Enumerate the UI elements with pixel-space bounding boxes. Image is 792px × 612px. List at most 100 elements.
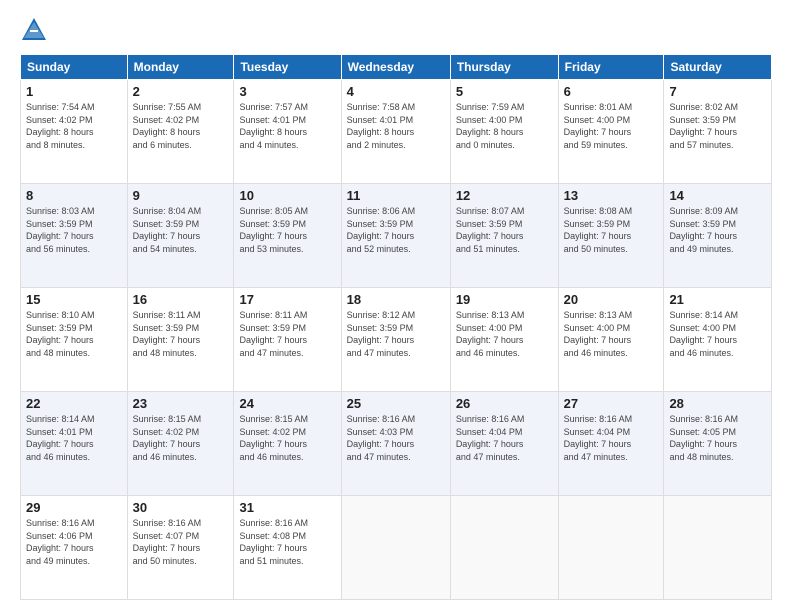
day-cell — [558, 496, 664, 600]
col-header-monday: Monday — [127, 55, 234, 80]
day-number: 21 — [669, 292, 766, 307]
col-header-friday: Friday — [558, 55, 664, 80]
calendar-header-row: SundayMondayTuesdayWednesdayThursdayFrid… — [21, 55, 772, 80]
day-number: 11 — [347, 188, 445, 203]
day-info: Sunrise: 8:01 AM Sunset: 4:00 PM Dayligh… — [564, 101, 659, 151]
day-number: 30 — [133, 500, 229, 515]
week-row-5: 29 Sunrise: 8:16 AM Sunset: 4:06 PM Dayli… — [21, 496, 772, 600]
day-info: Sunrise: 8:15 AM Sunset: 4:02 PM Dayligh… — [133, 413, 229, 463]
day-info: Sunrise: 7:58 AM Sunset: 4:01 PM Dayligh… — [347, 101, 445, 151]
day-cell: 10Sunrise: 8:05 AM Sunset: 3:59 PM Dayli… — [234, 184, 341, 288]
day-info: Sunrise: 8:16 AM Sunset: 4:05 PM Dayligh… — [669, 413, 766, 463]
day-cell: 13Sunrise: 8:08 AM Sunset: 3:59 PM Dayli… — [558, 184, 664, 288]
day-cell: 4Sunrise: 7:58 AM Sunset: 4:01 PM Daylig… — [341, 80, 450, 184]
day-cell: 6 Sunrise: 8:01 AM Sunset: 4:00 PM Daylig… — [558, 80, 664, 184]
day-cell: 30 Sunrise: 8:16 AM Sunset: 4:07 PM Dayli… — [127, 496, 234, 600]
day-cell: 5Sunrise: 7:59 AM Sunset: 4:00 PM Daylig… — [450, 80, 558, 184]
day-cell: 22 Sunrise: 8:14 AM Sunset: 4:01 PM Dayli… — [21, 392, 128, 496]
day-cell: 17 Sunrise: 8:11 AM Sunset: 3:59 PM Dayli… — [234, 288, 341, 392]
day-info: Sunrise: 8:04 AM Sunset: 3:59 PM Dayligh… — [133, 205, 229, 255]
day-number: 27 — [564, 396, 659, 411]
day-cell: 29 Sunrise: 8:16 AM Sunset: 4:06 PM Dayli… — [21, 496, 128, 600]
col-header-wednesday: Wednesday — [341, 55, 450, 80]
day-cell: 21 Sunrise: 8:14 AM Sunset: 4:00 PM Dayli… — [664, 288, 772, 392]
day-number: 19 — [456, 292, 553, 307]
day-cell — [664, 496, 772, 600]
week-row-4: 22 Sunrise: 8:14 AM Sunset: 4:01 PM Dayli… — [21, 392, 772, 496]
col-header-tuesday: Tuesday — [234, 55, 341, 80]
day-number: 20 — [564, 292, 659, 307]
day-info: Sunrise: 8:16 AM Sunset: 4:03 PM Dayligh… — [347, 413, 445, 463]
day-info: Sunrise: 8:16 AM Sunset: 4:04 PM Dayligh… — [456, 413, 553, 463]
day-number: 10 — [239, 188, 335, 203]
day-info: Sunrise: 8:11 AM Sunset: 3:59 PM Dayligh… — [239, 309, 335, 359]
day-cell — [450, 496, 558, 600]
day-number: 2 — [133, 84, 229, 99]
day-number: 28 — [669, 396, 766, 411]
logo — [20, 16, 52, 44]
day-cell: 24 Sunrise: 8:15 AM Sunset: 4:02 PM Dayli… — [234, 392, 341, 496]
day-info: Sunrise: 8:07 AM Sunset: 3:59 PM Dayligh… — [456, 205, 553, 255]
day-info: Sunrise: 8:14 AM Sunset: 4:01 PM Dayligh… — [26, 413, 122, 463]
day-info: Sunrise: 7:57 AM Sunset: 4:01 PM Dayligh… — [239, 101, 335, 151]
day-number: 1 — [26, 84, 122, 99]
col-header-sunday: Sunday — [21, 55, 128, 80]
day-info: Sunrise: 8:06 AM Sunset: 3:59 PM Dayligh… — [347, 205, 445, 255]
day-cell: 9 Sunrise: 8:04 AM Sunset: 3:59 PM Daylig… — [127, 184, 234, 288]
day-info: Sunrise: 8:13 AM Sunset: 4:00 PM Dayligh… — [564, 309, 659, 359]
day-cell: 26 Sunrise: 8:16 AM Sunset: 4:04 PM Dayli… — [450, 392, 558, 496]
day-number: 16 — [133, 292, 229, 307]
day-number: 8 — [26, 188, 122, 203]
day-info: Sunrise: 8:12 AM Sunset: 3:59 PM Dayligh… — [347, 309, 445, 359]
day-cell: 28 Sunrise: 8:16 AM Sunset: 4:05 PM Dayli… — [664, 392, 772, 496]
day-info: Sunrise: 7:54 AM Sunset: 4:02 PM Dayligh… — [26, 101, 122, 151]
day-cell: 20 Sunrise: 8:13 AM Sunset: 4:00 PM Dayli… — [558, 288, 664, 392]
day-cell: 7 Sunrise: 8:02 AM Sunset: 3:59 PM Daylig… — [664, 80, 772, 184]
day-info: Sunrise: 8:02 AM Sunset: 3:59 PM Dayligh… — [669, 101, 766, 151]
day-cell: 23 Sunrise: 8:15 AM Sunset: 4:02 PM Dayli… — [127, 392, 234, 496]
day-info: Sunrise: 8:15 AM Sunset: 4:02 PM Dayligh… — [239, 413, 335, 463]
day-cell: 12 Sunrise: 8:07 AM Sunset: 3:59 PM Dayli… — [450, 184, 558, 288]
day-number: 23 — [133, 396, 229, 411]
day-number: 17 — [239, 292, 335, 307]
day-cell: 15Sunrise: 8:10 AM Sunset: 3:59 PM Dayli… — [21, 288, 128, 392]
day-number: 6 — [564, 84, 659, 99]
week-row-2: 8 Sunrise: 8:03 AM Sunset: 3:59 PM Daylig… — [21, 184, 772, 288]
day-number: 12 — [456, 188, 553, 203]
calendar-table: SundayMondayTuesdayWednesdayThursdayFrid… — [20, 54, 772, 600]
day-number: 29 — [26, 500, 122, 515]
day-info: Sunrise: 8:16 AM Sunset: 4:04 PM Dayligh… — [564, 413, 659, 463]
day-cell: 16 Sunrise: 8:11 AM Sunset: 3:59 PM Dayli… — [127, 288, 234, 392]
day-cell: 18 Sunrise: 8:12 AM Sunset: 3:59 PM Dayli… — [341, 288, 450, 392]
day-number: 22 — [26, 396, 122, 411]
day-info: Sunrise: 7:55 AM Sunset: 4:02 PM Dayligh… — [133, 101, 229, 151]
week-row-1: 1 Sunrise: 7:54 AM Sunset: 4:02 PM Daylig… — [21, 80, 772, 184]
day-info: Sunrise: 8:03 AM Sunset: 3:59 PM Dayligh… — [26, 205, 122, 255]
day-cell: 2 Sunrise: 7:55 AM Sunset: 4:02 PM Daylig… — [127, 80, 234, 184]
logo-icon — [20, 16, 48, 44]
day-number: 25 — [347, 396, 445, 411]
col-header-thursday: Thursday — [450, 55, 558, 80]
day-cell: 19 Sunrise: 8:13 AM Sunset: 4:00 PM Dayli… — [450, 288, 558, 392]
day-number: 9 — [133, 188, 229, 203]
day-number: 26 — [456, 396, 553, 411]
day-cell: 11 Sunrise: 8:06 AM Sunset: 3:59 PM Dayli… — [341, 184, 450, 288]
day-cell: 27 Sunrise: 8:16 AM Sunset: 4:04 PM Dayli… — [558, 392, 664, 496]
day-info: Sunrise: 8:13 AM Sunset: 4:00 PM Dayligh… — [456, 309, 553, 359]
day-cell: 3Sunrise: 7:57 AM Sunset: 4:01 PM Daylig… — [234, 80, 341, 184]
day-info: Sunrise: 8:16 AM Sunset: 4:06 PM Dayligh… — [26, 517, 122, 567]
day-number: 7 — [669, 84, 766, 99]
day-info: Sunrise: 8:11 AM Sunset: 3:59 PM Dayligh… — [133, 309, 229, 359]
day-cell — [341, 496, 450, 600]
day-number: 24 — [239, 396, 335, 411]
header — [20, 16, 772, 44]
day-cell: 1 Sunrise: 7:54 AM Sunset: 4:02 PM Daylig… — [21, 80, 128, 184]
day-number: 18 — [347, 292, 445, 307]
day-cell: 31Sunrise: 8:16 AM Sunset: 4:08 PM Dayli… — [234, 496, 341, 600]
day-info: Sunrise: 7:59 AM Sunset: 4:00 PM Dayligh… — [456, 101, 553, 151]
day-number: 13 — [564, 188, 659, 203]
day-info: Sunrise: 8:16 AM Sunset: 4:07 PM Dayligh… — [133, 517, 229, 567]
col-header-saturday: Saturday — [664, 55, 772, 80]
day-number: 14 — [669, 188, 766, 203]
day-info: Sunrise: 8:14 AM Sunset: 4:00 PM Dayligh… — [669, 309, 766, 359]
